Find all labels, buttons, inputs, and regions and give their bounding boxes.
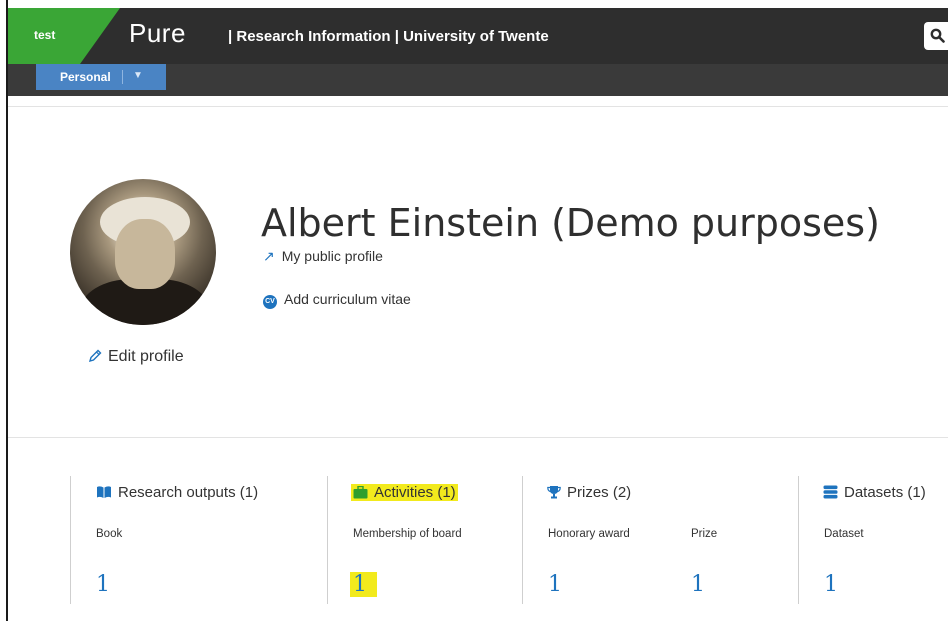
- activities-title: Activities (1): [374, 484, 456, 501]
- trophy-icon: [547, 486, 561, 499]
- datasets-link[interactable]: Datasets (1): [823, 484, 926, 501]
- divider: [8, 437, 948, 438]
- book-icon: [97, 486, 111, 498]
- profile-name: Albert Einstein (Demo purposes): [261, 201, 880, 246]
- pure-logo[interactable]: Pure: [129, 18, 186, 49]
- nav-bar: Personal ▼: [8, 64, 948, 96]
- add-cv-link[interactable]: CV Add curriculum vitae: [263, 291, 411, 309]
- research-outputs-link[interactable]: Research outputs (1): [96, 484, 258, 501]
- activities-membership-count[interactable]: 1: [350, 572, 377, 597]
- prizes-prize-count[interactable]: 1: [691, 572, 705, 597]
- avatar: [70, 179, 216, 325]
- datasets-dataset-count[interactable]: 1: [824, 572, 838, 597]
- app-window: test Pure | Research Information | Unive…: [6, 0, 948, 621]
- prizes-prize-label: Prize: [691, 528, 718, 540]
- datasets-title: Datasets (1): [844, 484, 926, 501]
- prizes-honorary-count[interactable]: 1: [548, 572, 562, 597]
- activities-count-highlight: 1: [350, 572, 377, 597]
- environment-badge: test: [8, 8, 120, 64]
- edit-profile-link[interactable]: Edit profile: [88, 348, 184, 366]
- app-title: | Research Information | University of T…: [228, 28, 549, 45]
- add-cv-label: Add curriculum vitae: [284, 291, 411, 307]
- research-outputs-book-label: Book: [96, 528, 123, 540]
- activities-membership-label: Membership of board: [353, 528, 462, 540]
- search-button[interactable]: [924, 22, 948, 50]
- search-icon: [930, 28, 945, 43]
- tab-personal-label: Personal: [60, 70, 111, 84]
- column-divider: [327, 476, 328, 604]
- divider: [8, 106, 948, 107]
- prizes-link[interactable]: Prizes (2): [547, 484, 631, 501]
- tab-personal[interactable]: Personal ▼: [36, 64, 166, 90]
- activities-highlight: Activities (1): [351, 484, 458, 501]
- public-profile-label: My public profile: [281, 248, 383, 264]
- cv-icon: CV: [263, 295, 277, 309]
- environment-label: test: [34, 28, 56, 42]
- prizes-honorary-label: Honorary award: [548, 528, 630, 540]
- external-arrow-icon: ↗: [263, 248, 275, 264]
- edit-profile-label: Edit profile: [108, 348, 184, 365]
- column-divider: [522, 476, 523, 604]
- briefcase-icon: [353, 485, 368, 499]
- datasets-dataset-label: Dataset: [824, 528, 864, 540]
- database-icon: [823, 485, 838, 499]
- research-outputs-title: Research outputs (1): [118, 484, 259, 501]
- column-divider: [70, 476, 71, 604]
- public-profile-link[interactable]: ↗ My public profile: [263, 248, 383, 265]
- tab-separator: [122, 70, 123, 84]
- activities-link[interactable]: Activities (1): [351, 484, 458, 501]
- research-outputs-book-count[interactable]: 1: [96, 572, 110, 597]
- column-divider: [798, 476, 799, 604]
- prizes-title: Prizes (2): [567, 484, 632, 501]
- pencil-icon: [88, 349, 102, 363]
- top-bar: test Pure | Research Information | Unive…: [8, 8, 948, 64]
- chevron-down-icon[interactable]: ▼: [133, 70, 143, 81]
